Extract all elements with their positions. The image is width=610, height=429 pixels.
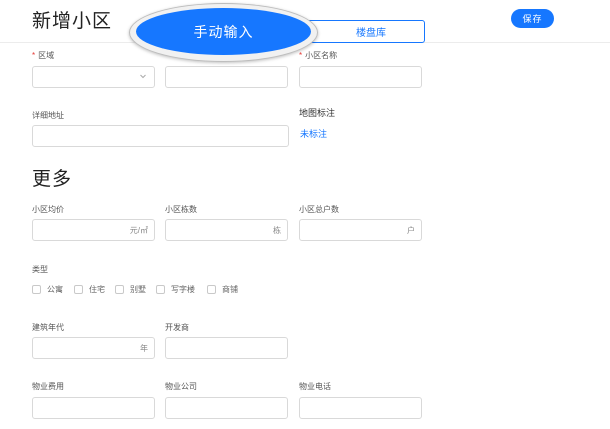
property-phone-label: 物业电话	[299, 382, 331, 391]
building-count-label: 小区栋数	[165, 205, 197, 214]
required-mark: *	[32, 51, 36, 60]
community-name-label: * 小区名称	[299, 50, 337, 61]
checkbox-label: 写字楼	[171, 285, 195, 294]
save-button[interactable]: 保存	[511, 9, 554, 28]
household-count-unit: 户	[407, 226, 415, 235]
tab-manual-input[interactable]: 手动输入	[136, 8, 311, 55]
avg-price-input[interactable]: 元/㎡	[32, 219, 155, 241]
type-checkbox-office[interactable]: 写字楼	[156, 284, 195, 295]
developer-label: 开发商	[165, 323, 189, 332]
tab-property-library[interactable]: 楼盘库	[303, 20, 425, 43]
property-company-label: 物业公司	[165, 382, 197, 391]
build-year-unit: 年	[140, 344, 148, 353]
chevron-down-icon	[140, 74, 146, 79]
building-count-input[interactable]: 栋	[165, 219, 288, 241]
developer-input[interactable]	[165, 337, 288, 359]
type-checkbox-apartment[interactable]: 公寓	[32, 284, 63, 295]
property-company-input[interactable]	[165, 397, 288, 419]
map-label: 地图标注	[299, 108, 336, 118]
type-checkbox-residence[interactable]: 住宅	[74, 284, 105, 295]
household-count-label: 小区总户数	[299, 205, 339, 214]
checkbox-box[interactable]	[32, 285, 41, 294]
checkbox-box[interactable]	[74, 285, 83, 294]
required-mark: *	[299, 51, 303, 60]
sub-district-select[interactable]	[165, 66, 288, 88]
community-name-input[interactable]	[299, 66, 422, 88]
checkbox-label: 公寓	[47, 285, 63, 294]
district-label-text: 区域	[38, 51, 55, 60]
avg-price-unit: 元/㎡	[129, 226, 148, 235]
building-count-unit: 栋	[273, 226, 281, 235]
property-fee-label: 物业费用	[32, 382, 64, 391]
map-mark-link[interactable]: 未标注	[300, 127, 327, 140]
page-title: 新增小区	[32, 11, 113, 32]
community-name-label-text: 小区名称	[305, 51, 338, 60]
section-title-more: 更多	[32, 169, 73, 190]
checkbox-box[interactable]	[115, 285, 124, 294]
type-checkbox-shop[interactable]: 商铺	[207, 284, 238, 295]
avg-price-label: 小区均价	[32, 205, 64, 214]
type-checkbox-villa[interactable]: 别墅	[115, 284, 146, 295]
build-year-input[interactable]: 年	[32, 337, 155, 359]
type-label: 类型	[32, 265, 48, 274]
household-count-input[interactable]: 户	[299, 219, 422, 241]
checkbox-box[interactable]	[156, 285, 165, 294]
property-phone-input[interactable]	[299, 397, 422, 419]
district-label: * 区域	[32, 50, 54, 61]
checkbox-label: 住宅	[89, 285, 105, 294]
build-year-label: 建筑年代	[32, 323, 64, 332]
checkbox-label: 商铺	[222, 285, 238, 294]
address-label: 详细地址	[32, 111, 64, 120]
checkbox-box[interactable]	[207, 285, 216, 294]
property-fee-input[interactable]	[32, 397, 155, 419]
checkbox-label: 别墅	[130, 285, 146, 294]
district-select[interactable]	[32, 66, 155, 88]
address-input[interactable]	[32, 125, 289, 147]
